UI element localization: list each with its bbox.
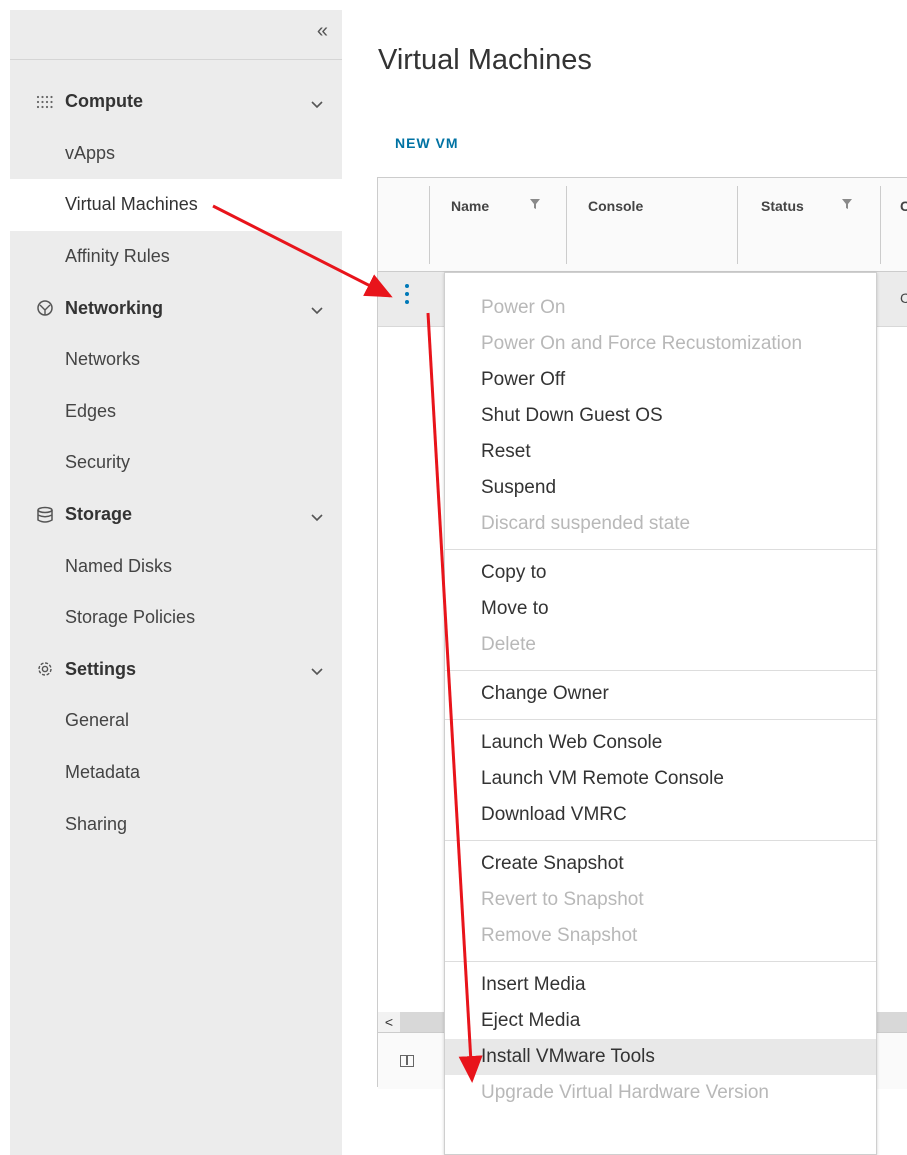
menu-group: Launch Web Console Launch VM Remote Conso… bbox=[445, 720, 876, 841]
column-separator[interactable] bbox=[880, 186, 881, 264]
sidebar-item-edges[interactable]: Edges bbox=[10, 386, 342, 438]
name-filter-icon[interactable] bbox=[529, 198, 541, 210]
sidebar-item-label: vApps bbox=[65, 142, 116, 163]
menu-group: Insert Media Eject Media Install VMware To… bbox=[445, 962, 876, 1118]
menu-item-install-vmware-tools[interactable]: Install VMware Tools bbox=[445, 1039, 876, 1075]
chevron-down-icon[interactable] bbox=[310, 95, 324, 109]
column-header-partial[interactable]: C bbox=[900, 198, 907, 214]
sidebar-group-settings[interactable]: Settings bbox=[10, 644, 342, 696]
sidebar-item-label: Sharing bbox=[65, 813, 128, 834]
storage-icon bbox=[35, 505, 55, 525]
sidebar-item-label: Storage Policies bbox=[65, 607, 196, 628]
network-icon bbox=[35, 298, 55, 318]
menu-item-shut-down-guest-os[interactable]: Shut Down Guest OS bbox=[445, 398, 876, 434]
sidebar-item-networks[interactable]: Networks bbox=[10, 334, 342, 386]
sidebar-group-storage[interactable]: Storage bbox=[10, 489, 342, 541]
menu-item-delete: Delete bbox=[481, 634, 536, 655]
menu-item-insert-media[interactable]: Insert Media bbox=[445, 967, 876, 1003]
column-separator[interactable] bbox=[429, 186, 430, 264]
column-header-name[interactable]: Name bbox=[451, 198, 489, 214]
sidebar-item-named-disks[interactable]: Named Disks bbox=[10, 540, 342, 592]
menu-item-revert-to-snapshot: Revert to Snapshot bbox=[481, 889, 644, 910]
sidebar-item-sharing[interactable]: Sharing bbox=[10, 798, 342, 850]
sidebar-divider bbox=[10, 59, 342, 60]
menu-item-eject-media[interactable]: Eject Media bbox=[445, 1003, 876, 1039]
vm-actions-context-menu: Power On Power On and Force Recustomizati… bbox=[444, 272, 877, 1155]
menu-group: Copy to Move to Delete bbox=[445, 550, 876, 671]
sidebar-item-label: Virtual Machines bbox=[65, 194, 198, 215]
chevron-down-icon[interactable] bbox=[310, 662, 324, 676]
sidebar-item-affinity-rules[interactable]: Affinity Rules bbox=[10, 231, 342, 283]
sidebar-item-label: Security bbox=[65, 452, 131, 473]
menu-item-power-on-and-force-recustomization: Power On and Force Recustomization bbox=[481, 333, 803, 354]
status-filter-icon[interactable] bbox=[841, 198, 853, 210]
sidebar-group-compute[interactable]: Compute bbox=[10, 76, 342, 128]
sidebar-item-label: General bbox=[65, 710, 130, 731]
menu-item-move-to[interactable]: Move to bbox=[445, 591, 876, 627]
new-vm-button[interactable]: NEW VM bbox=[395, 135, 459, 151]
sidebar-item-storage-policies[interactable]: Storage Policies bbox=[10, 592, 342, 644]
menu-item-suspend[interactable]: Suspend bbox=[445, 470, 876, 506]
sidebar-item-security[interactable]: Security bbox=[10, 437, 342, 489]
menu-item-power-off[interactable]: Power Off bbox=[445, 362, 876, 398]
menu-item-power-on: Power On bbox=[481, 297, 566, 318]
menu-item-reset[interactable]: Reset bbox=[445, 434, 876, 470]
column-separator[interactable] bbox=[566, 186, 567, 264]
menu-item-launch-vm-remote-console[interactable]: Launch VM Remote Console bbox=[445, 761, 876, 797]
sidebar-group-label: Compute bbox=[65, 91, 143, 112]
page-title: Virtual Machines bbox=[378, 44, 592, 76]
collapse-sidebar-icon[interactable]: « bbox=[317, 20, 328, 42]
scroll-left-icon[interactable]: < bbox=[378, 1012, 400, 1032]
sidebar-item-label: Metadata bbox=[65, 762, 141, 783]
sidebar: « Compute vApps Virtual Machines Affinity R… bbox=[10, 10, 342, 1155]
menu-group: Create Snapshot Revert to Snapshot Remove … bbox=[445, 841, 876, 962]
sidebar-item-general[interactable]: General bbox=[10, 695, 342, 747]
sidebar-item-label: Affinity Rules bbox=[65, 246, 170, 267]
chevron-down-icon[interactable] bbox=[310, 508, 324, 522]
sidebar-item-virtual-machines[interactable]: Virtual Machines bbox=[10, 179, 342, 231]
datagrid-header: Name Console Status C bbox=[378, 178, 907, 272]
column-header-console[interactable]: Console bbox=[588, 198, 643, 214]
column-separator[interactable] bbox=[737, 186, 738, 264]
sidebar-group-label: Networking bbox=[65, 297, 164, 318]
column-header-status[interactable]: Status bbox=[761, 198, 804, 214]
row-actions-kebab-icon[interactable] bbox=[404, 284, 410, 308]
menu-item-upgrade-virtual-hardware-version: Upgrade Virtual Hardware Version bbox=[481, 1082, 769, 1103]
chevron-down-icon[interactable] bbox=[310, 301, 324, 315]
dots-grid-icon bbox=[35, 92, 55, 112]
menu-item-launch-web-console[interactable]: Launch Web Console bbox=[445, 725, 876, 761]
sidebar-group-label: Settings bbox=[65, 658, 137, 679]
gear-icon bbox=[35, 659, 55, 679]
menu-item-create-snapshot[interactable]: Create Snapshot bbox=[445, 846, 876, 882]
menu-item-remove-snapshot: Remove Snapshot bbox=[481, 925, 638, 946]
sidebar-item-label: Networks bbox=[65, 349, 141, 370]
sidebar-group-networking[interactable]: Networking bbox=[10, 282, 342, 334]
sidebar-nav: Compute vApps Virtual Machines Affinity Rul… bbox=[10, 76, 342, 850]
menu-item-copy-to[interactable]: Copy to bbox=[445, 555, 876, 591]
sidebar-item-label: Edges bbox=[65, 400, 117, 421]
menu-group: Power On Power On and Force Recustomizati… bbox=[445, 273, 876, 550]
menu-group: Change Owner bbox=[445, 671, 876, 720]
sidebar-item-label: Named Disks bbox=[65, 555, 173, 576]
menu-item-discard-suspended-state: Discard suspended state bbox=[481, 513, 691, 534]
column-toggle-icon[interactable] bbox=[400, 1055, 414, 1067]
menu-item-download-vmrc[interactable]: Download VMRC bbox=[445, 797, 876, 833]
row-cell-partial: C bbox=[900, 290, 907, 306]
sidebar-group-label: Storage bbox=[65, 504, 133, 525]
sidebar-item-metadata[interactable]: Metadata bbox=[10, 747, 342, 799]
sidebar-item-vapps[interactable]: vApps bbox=[10, 128, 342, 180]
menu-item-change-owner[interactable]: Change Owner bbox=[445, 676, 876, 712]
